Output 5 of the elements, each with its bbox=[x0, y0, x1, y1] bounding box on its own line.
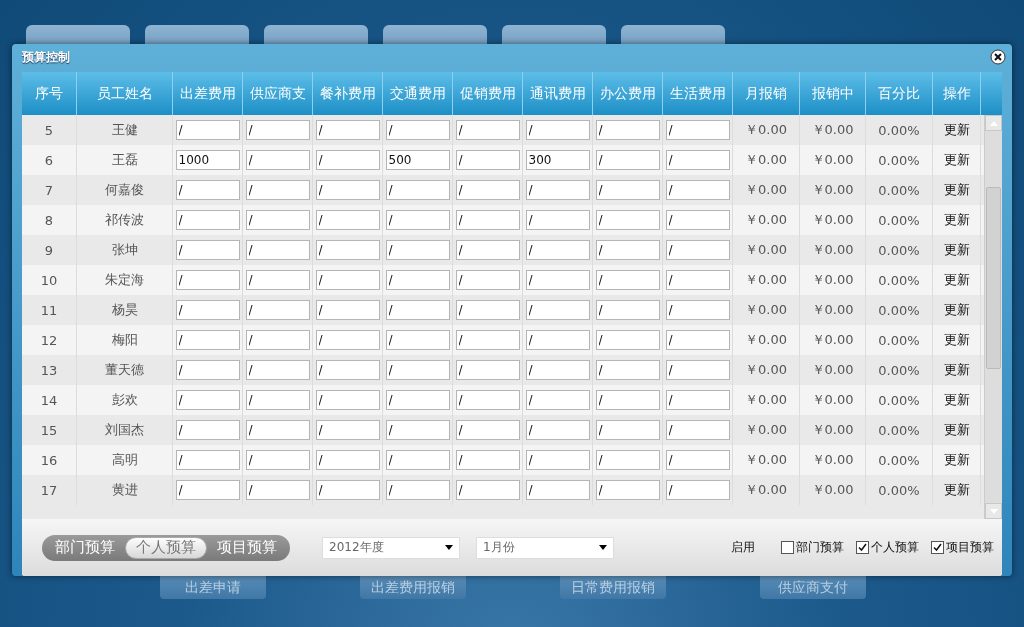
checkbox-label: 项目预算 bbox=[946, 539, 994, 556]
enable-label: 启用 bbox=[731, 539, 755, 556]
checkbox-label: 个人预算 bbox=[871, 539, 919, 556]
dialog-title: 预算控制 bbox=[22, 48, 70, 66]
checkbox-label: 部门预算 bbox=[796, 539, 844, 556]
